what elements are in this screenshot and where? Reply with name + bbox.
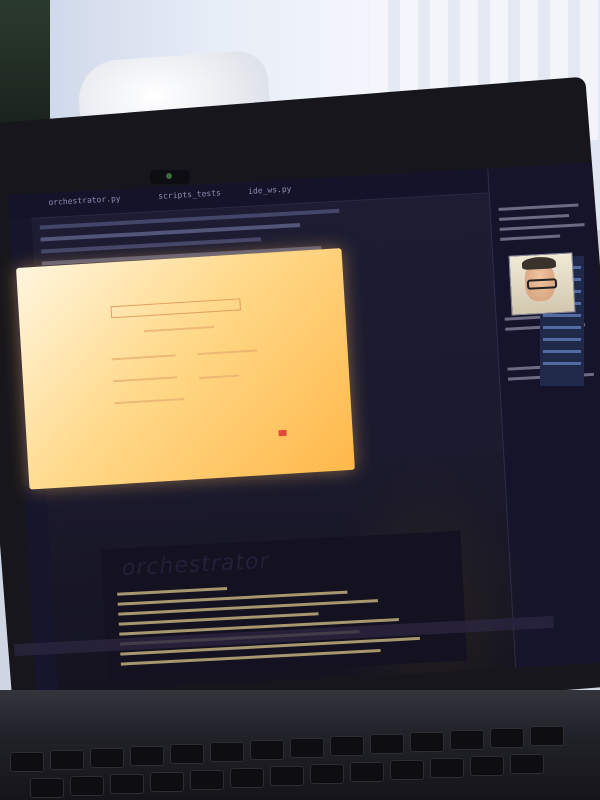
key[interactable] — [390, 760, 424, 780]
key[interactable] — [490, 728, 524, 748]
key[interactable] — [430, 758, 464, 778]
key[interactable] — [30, 778, 64, 798]
file-tree-item[interactable] — [543, 326, 581, 329]
dialog-text — [111, 354, 176, 361]
close-button[interactable] — [278, 429, 287, 437]
key[interactable] — [530, 726, 564, 746]
file-tree-item[interactable] — [543, 350, 581, 353]
dialog-text — [144, 326, 215, 333]
key[interactable] — [10, 752, 44, 772]
key[interactable] — [210, 742, 244, 762]
key[interactable] — [170, 744, 204, 764]
key[interactable] — [410, 732, 444, 752]
key[interactable] — [110, 774, 144, 794]
key[interactable] — [190, 770, 224, 790]
dialog-input-field[interactable] — [110, 298, 242, 319]
terminal-banner: orchestrator — [121, 548, 271, 582]
file-tree-item[interactable] — [543, 362, 581, 365]
webcam-notch — [150, 170, 190, 184]
key[interactable] — [250, 740, 284, 760]
key[interactable] — [330, 736, 364, 756]
file-tree-item[interactable] — [543, 314, 581, 317]
panel-text — [499, 223, 585, 231]
key[interactable] — [50, 750, 84, 770]
panel-text — [499, 213, 570, 221]
key[interactable] — [470, 756, 504, 776]
glasses-icon — [526, 278, 558, 290]
key[interactable] — [150, 772, 184, 792]
tab-orchestrator[interactable]: orchestrator.py — [48, 194, 121, 207]
key[interactable] — [310, 764, 344, 784]
floating-dialog[interactable] — [16, 248, 355, 490]
dialog-text — [197, 349, 258, 356]
terminal-line — [117, 586, 228, 596]
key[interactable] — [230, 768, 264, 788]
dialog-text — [113, 376, 178, 383]
tab-scripts-tests[interactable]: scripts_tests — [158, 188, 221, 200]
key[interactable] — [90, 748, 124, 768]
file-tree-item[interactable] — [543, 338, 581, 341]
terminal-pane[interactable]: orchestrator — [100, 530, 468, 680]
key[interactable] — [450, 730, 484, 750]
panel-text — [500, 234, 561, 241]
panel-text — [498, 203, 579, 211]
video-call-tile[interactable] — [508, 252, 576, 316]
dialog-text — [198, 374, 240, 380]
key[interactable] — [130, 746, 164, 766]
dialog-text — [114, 397, 185, 405]
key[interactable] — [510, 754, 544, 774]
person-hair — [521, 256, 557, 271]
key[interactable] — [350, 762, 384, 782]
key[interactable] — [70, 776, 104, 796]
key[interactable] — [370, 734, 404, 754]
key[interactable] — [270, 766, 304, 786]
keyboard — [0, 712, 600, 800]
key[interactable] — [290, 738, 324, 758]
tab-ide-ws[interactable]: ide_ws.py — [248, 184, 292, 195]
